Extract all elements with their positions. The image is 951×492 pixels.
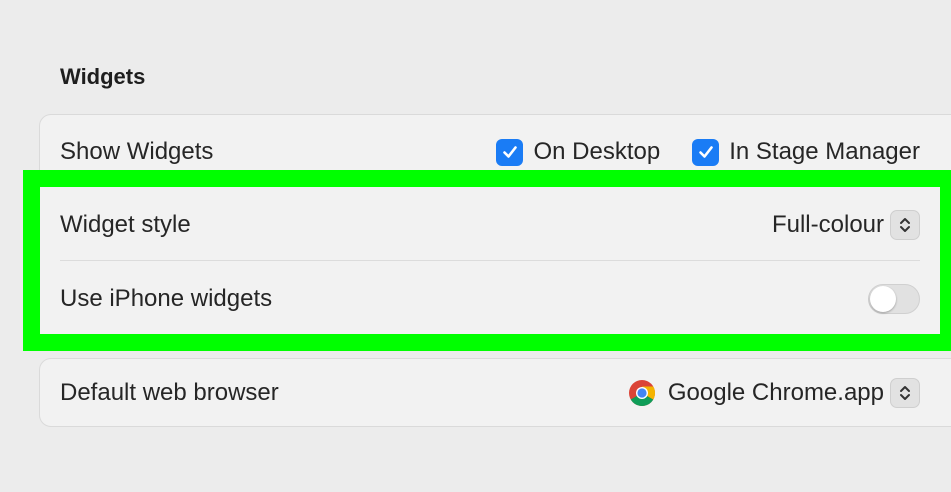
show-widgets-options: On Desktop In Stage Manager — [464, 138, 920, 166]
in-stage-manager-label: In Stage Manager — [729, 138, 920, 165]
show-widgets-row: Show Widgets On Desktop In Stage Manager — [40, 115, 951, 189]
widget-style-row: Widget style Full-colour — [40, 188, 951, 262]
default-browser-value: Google Chrome.app — [667, 379, 884, 406]
default-browser-row: Default web browser Google Chrome.app — [40, 356, 951, 430]
section-title-widgets: Widgets — [60, 64, 146, 89]
row-divider — [60, 260, 920, 261]
on-desktop-label: On Desktop — [533, 138, 661, 165]
chrome-icon — [628, 379, 656, 407]
chevron-up-down-icon — [890, 210, 920, 240]
widget-style-label: Widget style — [60, 211, 191, 238]
default-browser-label: Default web browser — [60, 379, 279, 406]
widget-style-value: Full-colour — [771, 211, 884, 238]
chevron-up-down-icon — [890, 378, 920, 408]
widgets-settings-group: Show Widgets On Desktop In Stage Manager… — [39, 114, 951, 350]
show-widgets-label: Show Widgets — [60, 138, 214, 165]
checkmark-icon — [692, 138, 720, 166]
iphone-widgets-label: Use iPhone widgets — [60, 285, 273, 312]
browser-settings-group: Default web browser Google Chrome.app — [39, 358, 951, 427]
default-browser-popup[interactable]: Google Chrome.app — [628, 378, 920, 408]
checkmark-icon — [496, 138, 524, 166]
iphone-widgets-toggle[interactable] — [868, 284, 920, 314]
iphone-widgets-row: Use iPhone widgets — [40, 262, 951, 336]
in-stage-manager-checkbox[interactable]: In Stage Manager — [692, 138, 920, 166]
toggle-knob — [870, 286, 896, 312]
on-desktop-checkbox[interactable]: On Desktop — [496, 138, 660, 166]
widget-style-popup[interactable]: Full-colour — [772, 210, 920, 240]
